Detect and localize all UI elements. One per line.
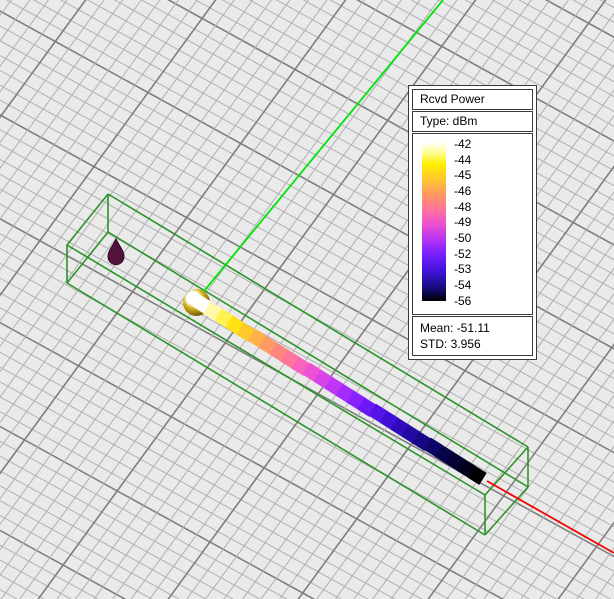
tx-ray-green xyxy=(200,0,443,296)
legend-stats: Mean: -51.11 STD: 3.956 xyxy=(412,316,533,356)
colorbar xyxy=(422,142,446,301)
grid-major-line xyxy=(0,331,614,599)
legend-colorbar-section: -42-44-45-46-48-49-50-52-53-54-56 xyxy=(412,133,533,315)
colorbar-labels: -42-44-45-46-48-49-50-52-53-54-56 xyxy=(454,137,471,309)
grid-line xyxy=(0,540,614,599)
legend-type: Type: dBm xyxy=(412,111,533,132)
antenna-drop-marker[interactable] xyxy=(108,239,124,265)
colorbar-tick-label: -46 xyxy=(454,184,471,200)
colorbar-tick-label: -52 xyxy=(454,247,471,263)
colorbar-tick-label: -53 xyxy=(454,262,471,278)
grid-line xyxy=(0,0,614,28)
grid-line xyxy=(0,0,614,29)
grid-line xyxy=(0,0,614,58)
grid-line xyxy=(0,391,614,599)
legend-title: Rcvd Power xyxy=(412,89,533,110)
grid-line xyxy=(0,458,614,599)
colorbar-tick-label: -45 xyxy=(454,168,471,184)
std-value: STD: 3.956 xyxy=(420,336,530,352)
colorbar-tick-label: -50 xyxy=(454,231,471,247)
colorbar-tick-label: -54 xyxy=(454,278,471,294)
legend-title-text: Rcvd Power xyxy=(420,92,485,106)
legend-panel: Rcvd Power Type: dBm -42-44-45-46-48-49-… xyxy=(408,85,537,360)
colorbar-tick-label: -44 xyxy=(454,153,471,169)
grid-line xyxy=(0,510,614,599)
colorbar-tick-label: -49 xyxy=(454,215,471,231)
colorbar-tick-label: -48 xyxy=(454,200,471,216)
colorbar-tick-label: -56 xyxy=(454,294,471,310)
grid-line xyxy=(0,407,614,599)
grid-major-line xyxy=(0,0,614,43)
3d-viewport[interactable]: Rcvd Power Type: dBm -42-44-45-46-48-49-… xyxy=(0,0,614,599)
legend-type-text: Type: dBm xyxy=(420,114,477,128)
colorbar-tick-label: -42 xyxy=(454,137,471,153)
mean-value: Mean: -51.11 xyxy=(420,320,530,336)
transmitter-sphere-marker[interactable] xyxy=(183,289,210,316)
wireframe-box-edge xyxy=(485,487,528,535)
grid-line xyxy=(0,433,614,599)
grid-line xyxy=(0,362,614,599)
